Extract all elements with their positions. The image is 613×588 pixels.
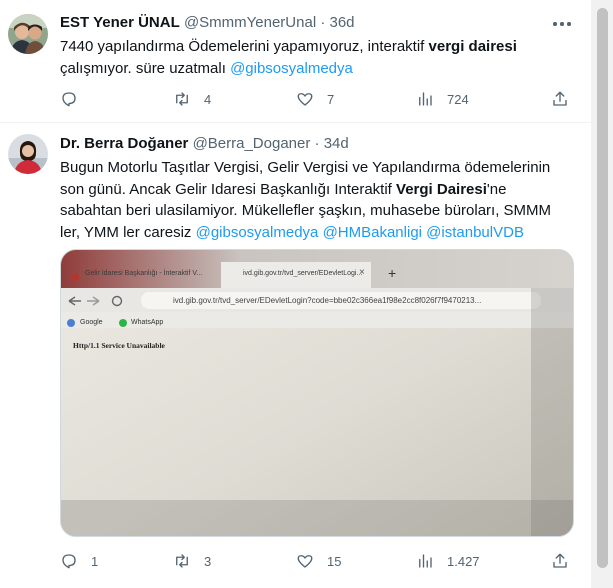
highlighted-term: vergi dairesi (428, 38, 517, 55)
mention-link[interactable]: @gibsosyalmedya (230, 60, 353, 77)
views-chart-icon (419, 92, 432, 106)
avatar[interactable] (8, 14, 48, 54)
tweet-text-part: ler, YMM ler caresiz (60, 223, 196, 241)
browser-tab-title: Gelir Idaresi Başkanlığı - İnteraktif V.… (85, 270, 203, 277)
scrollbar[interactable] (592, 0, 613, 588)
scrollbar-thumb[interactable] (597, 8, 608, 568)
retweet-button[interactable]: 3 (173, 551, 211, 571)
tweet-age[interactable]: 36d (330, 14, 355, 31)
tweet[interactable]: EST Yener ÜNAL @SmmmYenerUnal · 36d 7440… (0, 0, 592, 123)
tweet-text-part: sabahtan beri ulasilamiyor. Mükellefler … (60, 202, 552, 219)
heart-icon (297, 555, 313, 568)
author-handle[interactable]: @Berra_Doganer (193, 135, 311, 152)
share-button[interactable] (551, 551, 569, 571)
views-button[interactable]: 724 (416, 89, 469, 109)
tweet-text-part: çalışmıyor. süre uzatmalı (60, 59, 231, 77)
reply-button[interactable]: 1 (60, 551, 98, 571)
page-error-message: Http/1.1 Service Unavailable (73, 341, 165, 350)
tweet-header: Dr. Berra Doğaner @Berra_Doganer · 34d (60, 134, 349, 154)
view-count: 1.427 (447, 553, 480, 569)
avatar-photo (8, 134, 48, 174)
mention-link[interactable]: @istanbulVDB (426, 224, 524, 241)
tweet-text: 7440 yapılandırma Ödemelerini yapamıyoru… (60, 36, 580, 79)
views-button[interactable]: 1.427 (416, 551, 480, 571)
like-count: 15 (327, 553, 342, 569)
monitor-photo (61, 250, 573, 536)
like-button[interactable]: 7 (296, 89, 334, 109)
tweet-header: EST Yener ÜNAL @SmmmYenerUnal · 36d (60, 13, 355, 33)
more-options-icon[interactable] (552, 14, 572, 34)
heart-icon (297, 93, 313, 106)
avatar[interactable] (8, 134, 48, 174)
timeline: EST Yener ÜNAL @SmmmYenerUnal · 36d 7440… (0, 0, 592, 588)
mention-link[interactable]: @HMBakanligi (323, 224, 422, 241)
bookmark-whatsapp: WhatsApp (131, 319, 164, 326)
avatar-photo (8, 14, 48, 54)
share-icon (553, 553, 567, 568)
separator-dot: · (320, 14, 326, 31)
tweet-photo[interactable]: Gelir Idaresi Başkanlığı - İnteraktif V.… (60, 249, 574, 537)
share-button[interactable] (551, 89, 569, 109)
tab-close-icon: × (359, 267, 365, 278)
views-chart-icon (419, 554, 432, 568)
tweet-text-part: Bugun Motorlu Taşıtlar Vergisi, Gelir Ve… (60, 159, 551, 176)
retweet-count: 4 (204, 91, 212, 107)
address-bar-url: ivd.gib.gov.tr/tvd_server/EDevletLogin?c… (173, 296, 482, 305)
reply-button[interactable] (60, 89, 91, 109)
author-handle[interactable]: @SmmmYenerUnal (184, 14, 316, 31)
tweet-text-part: 'ne (486, 180, 507, 198)
tweet-text: Bugun Motorlu Taşıtlar Vergisi, Gelir Ve… (60, 157, 580, 243)
author-name[interactable]: Dr. Berra Doğaner (60, 135, 188, 152)
retweet-count: 3 (204, 553, 212, 569)
like-count: 7 (327, 91, 335, 107)
view-count: 724 (447, 91, 469, 107)
tweet-text-part: son günü. Ancak Gelir Idaresi Başkanlığı… (60, 180, 397, 198)
retweet-icon (176, 92, 188, 106)
reply-count: 1 (91, 553, 99, 569)
retweet-icon (176, 554, 188, 568)
bookmark-google: Google (80, 319, 103, 326)
reply-icon (62, 92, 76, 107)
tweet-actions: 4 7 724 (60, 89, 575, 109)
retweet-button[interactable]: 4 (173, 89, 211, 109)
tweet-age[interactable]: 34d (324, 135, 349, 152)
like-button[interactable]: 15 (296, 551, 341, 571)
browser-tab-title: ivd.gib.gov.tr/tvd_server/EDevletLogi... (243, 270, 363, 277)
share-icon (553, 91, 567, 106)
highlighted-term: Vergi Dairesi (396, 180, 487, 198)
reply-icon (62, 554, 76, 569)
tweet-text-part: 7440 yapılandırma Ödemelerini yapamıyoru… (60, 38, 429, 55)
tweet-actions: 1 3 15 1.427 (60, 551, 575, 571)
mention-link[interactable]: @gibsosyalmedya (196, 224, 319, 241)
separator-dot: · (314, 135, 320, 152)
author-name[interactable]: EST Yener ÜNAL (60, 14, 180, 31)
new-tab-icon: + (388, 265, 397, 281)
